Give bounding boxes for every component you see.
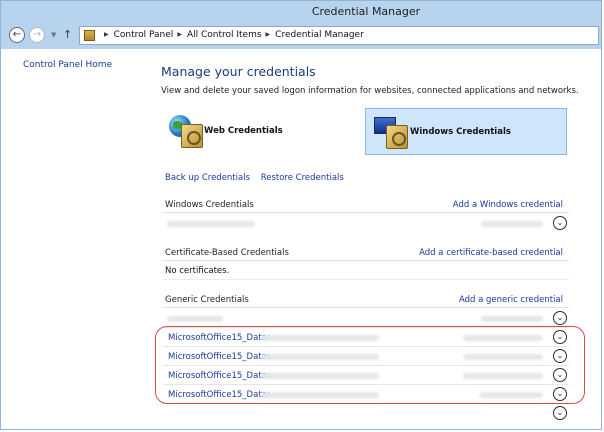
generic-credential-row[interactable]: MicrosoftOffice15_Data: ⌄: [163, 385, 569, 404]
redacted-modified-date: [463, 354, 543, 360]
windows-credential-row[interactable]: ⌄: [163, 214, 569, 233]
breadcrumb-separator-icon[interactable]: ▶: [173, 31, 187, 38]
expand-chevron-icon[interactable]: ⌄: [553, 349, 567, 363]
backup-credentials-link[interactable]: Back up Credentials: [165, 173, 250, 183]
add-windows-credential-link[interactable]: Add a Windows credential: [453, 200, 563, 210]
generic-credential-row[interactable]: ⌄: [163, 404, 569, 423]
expand-chevron-icon[interactable]: ⌄: [553, 368, 567, 382]
title-bar: Credential Manager: [1, 1, 601, 23]
section-divider: [163, 307, 569, 308]
add-generic-credential-link[interactable]: Add a generic credential: [459, 295, 563, 305]
web-credentials-label: Web Credentials: [204, 126, 283, 136]
web-credentials-tile[interactable]: Web Credentials: [163, 108, 358, 155]
restore-credentials-link[interactable]: Restore Credentials: [261, 173, 344, 183]
expand-chevron-icon[interactable]: ⌄: [553, 311, 567, 325]
control-panel-folder-icon: [84, 30, 95, 41]
generic-credential-row[interactable]: ⌄: [163, 309, 569, 328]
redacted-credential-address: [261, 335, 379, 341]
windows-credentials-tile[interactable]: Windows Credentials: [365, 108, 567, 155]
no-certificates-text: No certificates.: [165, 266, 230, 276]
expand-chevron-icon[interactable]: ⌄: [553, 216, 567, 230]
redacted-credential-address: [261, 392, 379, 398]
vault-icon: [181, 124, 203, 148]
add-certificate-credential-link[interactable]: Add a certificate-based credential: [419, 248, 563, 258]
navigation-bar: ← → ▼ ↑ ▶ Control Panel ▶ All Control Items…: [1, 23, 601, 49]
breadcrumb-separator-icon[interactable]: ▶: [262, 31, 276, 38]
up-arrow-icon[interactable]: ↑: [63, 28, 72, 41]
expand-chevron-icon[interactable]: ⌄: [553, 406, 567, 420]
credential-name: MicrosoftOffice15_Data:: [168, 333, 270, 343]
recent-pages-chevron-icon[interactable]: ▼: [51, 31, 56, 39]
credential-name: MicrosoftOffice15_Data:: [168, 352, 270, 362]
redacted-credential-address: [261, 354, 379, 360]
windows-credentials-heading: Windows Credentials: [165, 200, 254, 210]
breadcrumb-credential-manager[interactable]: Credential Manager: [275, 30, 364, 40]
generic-credentials-heading: Generic Credentials: [165, 295, 249, 305]
section-divider: [163, 212, 569, 213]
generic-credential-row[interactable]: MicrosoftOffice15_Data: ⌄: [163, 328, 569, 347]
redacted-modified-date: [479, 392, 543, 398]
breadcrumb-all-items[interactable]: All Control Items: [187, 30, 262, 40]
breadcrumb: ▶ Control Panel ▶ All Control Items ▶ Credent…: [100, 30, 364, 40]
credential-name: MicrosoftOffice15_Data:: [168, 390, 270, 400]
backup-restore-links: Back up Credentials Restore Credentials: [165, 173, 344, 183]
breadcrumb-separator-icon[interactable]: ▶: [100, 31, 114, 38]
certificate-credentials-heading: Certificate-Based Credentials: [165, 248, 289, 258]
forward-arrow-icon[interactable]: →: [29, 27, 45, 43]
address-bar[interactable]: ▶ Control Panel ▶ All Control Items ▶ Credent…: [79, 26, 599, 45]
page-title: Manage your credentials: [161, 64, 316, 79]
breadcrumb-control-panel[interactable]: Control Panel: [114, 30, 174, 40]
vault-icon: [386, 125, 408, 149]
windows-credentials-label: Windows Credentials: [410, 127, 511, 137]
generic-credential-row[interactable]: MicrosoftOffice15_Data: ⌄: [163, 347, 569, 366]
expand-chevron-icon[interactable]: ⌄: [553, 387, 567, 401]
redacted-credential-address: [167, 316, 223, 322]
redacted-credential-address: [167, 221, 255, 227]
redacted-modified-date: [463, 373, 543, 379]
redacted-modified-date: [481, 221, 543, 227]
redacted-modified-date: [463, 335, 543, 341]
control-panel-home-link[interactable]: Control Panel Home: [23, 60, 112, 70]
redacted-credential-address: [261, 373, 379, 379]
generic-credential-row[interactable]: MicrosoftOffice15_Data: ⌄: [163, 366, 569, 385]
back-arrow-icon[interactable]: ←: [9, 27, 25, 43]
credential-name: MicrosoftOffice15_Data:: [168, 371, 270, 381]
expand-chevron-icon[interactable]: ⌄: [553, 330, 567, 344]
redacted-modified-date: [481, 316, 543, 322]
section-divider: [163, 279, 569, 280]
window-title: Credential Manager: [311, 5, 421, 18]
page-description: View and delete your saved logon informa…: [161, 86, 579, 96]
section-divider: [163, 260, 569, 261]
window-frame: Credential Manager ← → ▼ ↑ ▶ Control Pane…: [0, 0, 602, 430]
